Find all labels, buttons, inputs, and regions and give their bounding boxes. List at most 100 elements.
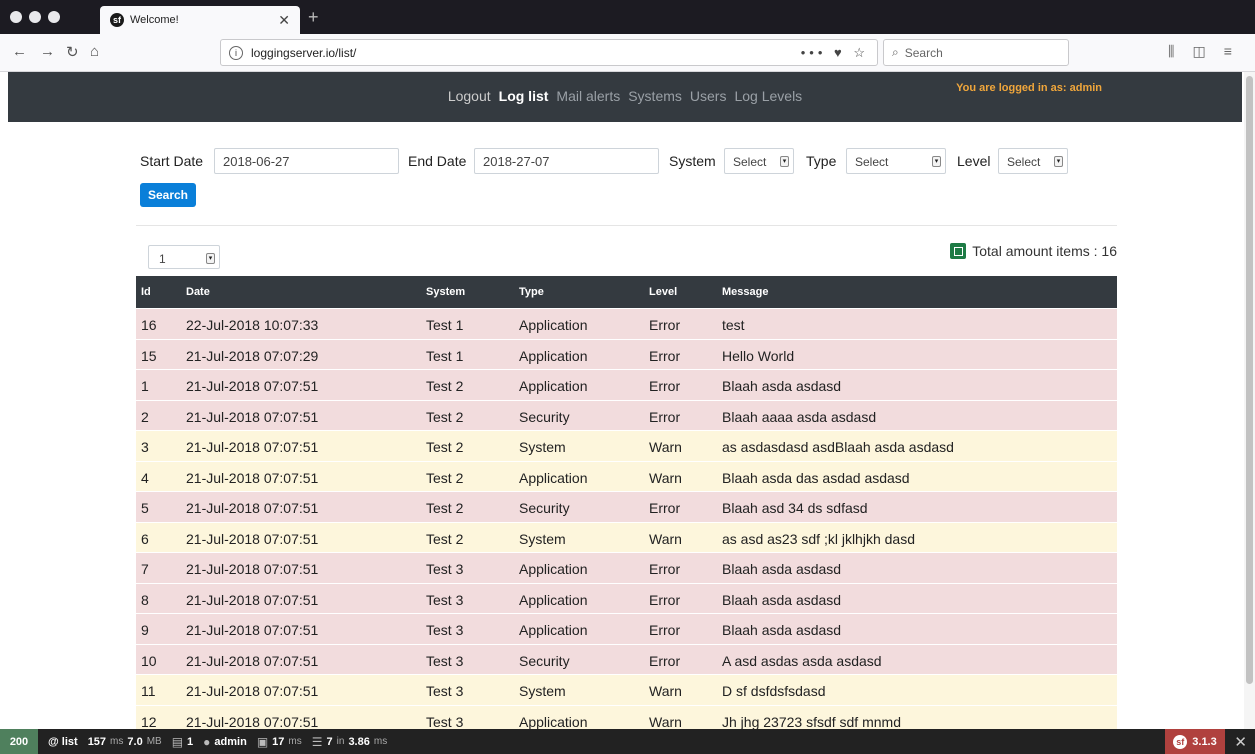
- level-label: Level: [957, 153, 991, 169]
- browser-nav-bar: ← → ↻ ⌂ i loggingserver.io/list/ ••• ♥ ☆…: [0, 34, 1255, 72]
- browser-search-input[interactable]: ⌕ Search: [883, 39, 1069, 66]
- status-code[interactable]: 200: [0, 729, 38, 754]
- cell-level: Error: [649, 561, 681, 577]
- library-icon[interactable]: ⫼: [1168, 43, 1174, 60]
- home-icon[interactable]: ⌂: [90, 43, 99, 60]
- column-message[interactable]: Message: [722, 286, 768, 298]
- form-icon: ▤: [171, 734, 184, 749]
- cell-id: 2: [141, 408, 149, 425]
- end-date-input[interactable]: 2018-27-07: [474, 148, 659, 174]
- cell-level: Error: [649, 652, 681, 669]
- twig-info[interactable]: ▣ 17 ms: [257, 735, 302, 749]
- table-row[interactable]: 12 21-Jul-2018 07:07:51 Test 3 Application W…: [136, 704, 1117, 729]
- cell-message: as asdasdasd asdBlaah asda asdasd: [722, 439, 954, 455]
- symfony-debug-toolbar: 200 @ list 157 ms 7.0 MB ▤ 1 ● admin ▣ 1…: [0, 729, 1255, 754]
- table-row[interactable]: 10 21-Jul-2018 07:07:51 Test 3 Security Erro…: [136, 643, 1117, 674]
- cell-type: Security: [519, 408, 570, 425]
- type-select[interactable]: Select ▾: [846, 148, 946, 174]
- table-row[interactable]: 16 22-Jul-2018 10:07:33 Test 1 Application E…: [136, 308, 1117, 339]
- log-table: Id Date System Type Level Message 16 22-J…: [136, 276, 1117, 729]
- forward-icon[interactable]: →: [40, 43, 55, 60]
- column-date[interactable]: Date: [186, 286, 210, 298]
- user-name: admin: [214, 735, 247, 748]
- scrollbar-thumb[interactable]: [1246, 76, 1253, 684]
- table-row[interactable]: 4 21-Jul-2018 07:07:51 Test 2 Application Wa…: [136, 460, 1117, 491]
- nav-logout[interactable]: Logout: [448, 88, 491, 104]
- nav-systems[interactable]: Systems: [628, 88, 682, 104]
- request-time[interactable]: 157 ms 7.0 MB: [88, 736, 162, 748]
- new-tab-icon[interactable]: +: [308, 7, 319, 28]
- browser-search-placeholder: Search: [904, 45, 943, 60]
- table-row[interactable]: 11 21-Jul-2018 07:07:51 Test 3 System Warn D …: [136, 674, 1117, 705]
- table-row[interactable]: 3 21-Jul-2018 07:07:51 Test 2 System Warn as …: [136, 430, 1117, 461]
- excel-export-icon[interactable]: [950, 243, 967, 259]
- cell-type: Application: [519, 378, 588, 394]
- cell-type: Application: [519, 469, 588, 486]
- system-select[interactable]: Select ▾: [724, 148, 794, 174]
- nav-users[interactable]: Users: [690, 88, 727, 104]
- nav-mail-alerts[interactable]: Mail alerts: [556, 88, 620, 104]
- menu-icon[interactable]: ≡: [1224, 43, 1232, 60]
- maximize-window-button[interactable]: [48, 11, 60, 23]
- table-body: 16 22-Jul-2018 10:07:33 Test 1 Application E…: [136, 308, 1117, 729]
- cell-type: Application: [519, 561, 588, 577]
- route-info[interactable]: @ list: [48, 736, 78, 748]
- table-row[interactable]: 8 21-Jul-2018 07:07:51 Test 3 Application Er…: [136, 582, 1117, 613]
- level-select-value: Select: [1007, 155, 1041, 169]
- nav-log-list[interactable]: Log list: [499, 88, 549, 104]
- page-scrollbar[interactable]: [1244, 72, 1255, 729]
- browser-tab-bar: sf Welcome! ✕ +: [0, 0, 1255, 34]
- column-system[interactable]: System: [426, 286, 465, 298]
- table-row[interactable]: 1 21-Jul-2018 07:07:51 Test 2 Application Er…: [136, 369, 1117, 400]
- table-row[interactable]: 2 21-Jul-2018 07:07:51 Test 2 Security Error…: [136, 399, 1117, 430]
- cell-message: test: [722, 317, 745, 333]
- cell-message: Blaah asda asdasd: [722, 591, 842, 608]
- db-in: in: [336, 736, 345, 747]
- system-label: System: [669, 153, 716, 169]
- tab-close-icon[interactable]: ✕: [278, 12, 290, 29]
- cell-id: 8: [141, 591, 149, 608]
- user-info[interactable]: ● admin: [203, 735, 247, 749]
- table-row[interactable]: 6 21-Jul-2018 07:07:51 Test 2 System Warn as …: [136, 521, 1117, 552]
- column-type[interactable]: Type: [519, 286, 544, 298]
- cell-message: as asd as23 sdf ;kl jklhjkh dasd: [722, 530, 915, 547]
- table-row[interactable]: 15 21-Jul-2018 07:07:29 Test 1 Application E…: [136, 338, 1117, 369]
- minimize-window-button[interactable]: [29, 11, 41, 23]
- cell-id: 5: [141, 500, 149, 516]
- column-id[interactable]: Id: [141, 286, 151, 298]
- table-row[interactable]: 7 21-Jul-2018 07:07:51 Test 3 Application Er…: [136, 552, 1117, 583]
- forms-info[interactable]: ▤ 1: [172, 735, 193, 749]
- nav-log-levels[interactable]: Log Levels: [734, 88, 802, 104]
- symfony-version[interactable]: sf 3.1.3: [1165, 729, 1225, 754]
- window-controls: [10, 11, 60, 23]
- sidebar-icon[interactable]: ◫: [1192, 43, 1205, 60]
- column-level[interactable]: Level: [649, 286, 677, 298]
- browser-tab[interactable]: sf Welcome! ✕: [100, 6, 300, 34]
- site-info-icon[interactable]: i: [229, 45, 243, 60]
- reload-icon[interactable]: ↻: [66, 43, 79, 61]
- search-button[interactable]: Search: [140, 183, 196, 207]
- chevron-down-icon: ▾: [1054, 156, 1063, 167]
- start-date-input[interactable]: 2018-06-27: [214, 148, 399, 174]
- table-row[interactable]: 9 21-Jul-2018 07:07:51 Test 3 Application Er…: [136, 613, 1117, 644]
- cell-id: 10: [141, 652, 157, 669]
- url-bar[interactable]: i loggingserver.io/list/ ••• ♥ ☆: [220, 39, 878, 66]
- app-header: Logout Log list Mail alerts Systems User…: [8, 72, 1242, 122]
- back-icon[interactable]: ←: [12, 43, 27, 60]
- route-name: @ list: [48, 735, 78, 748]
- cell-system: Test 2: [426, 378, 464, 394]
- url-text[interactable]: loggingserver.io/list/: [251, 46, 801, 60]
- table-row[interactable]: 5 21-Jul-2018 07:07:51 Test 2 Security Error…: [136, 491, 1117, 522]
- db-info[interactable]: ☰ 7 in 3.86 ms: [312, 735, 387, 749]
- type-label: Type: [806, 153, 837, 169]
- cell-message: Blaah asda asdasd: [722, 622, 842, 638]
- close-toolbar-icon[interactable]: ✕: [1234, 733, 1247, 751]
- login-info: You are logged in as: admin: [956, 82, 1102, 94]
- database-icon: ☰: [311, 734, 323, 749]
- page-actions-icon[interactable]: ••• ♥ ☆: [801, 45, 869, 61]
- template-icon: ▣: [256, 734, 269, 749]
- page-select[interactable]: 1 ▾: [148, 245, 220, 269]
- level-select[interactable]: Select ▾: [998, 148, 1068, 174]
- cell-level: Error: [649, 378, 681, 394]
- close-window-button[interactable]: [10, 11, 22, 23]
